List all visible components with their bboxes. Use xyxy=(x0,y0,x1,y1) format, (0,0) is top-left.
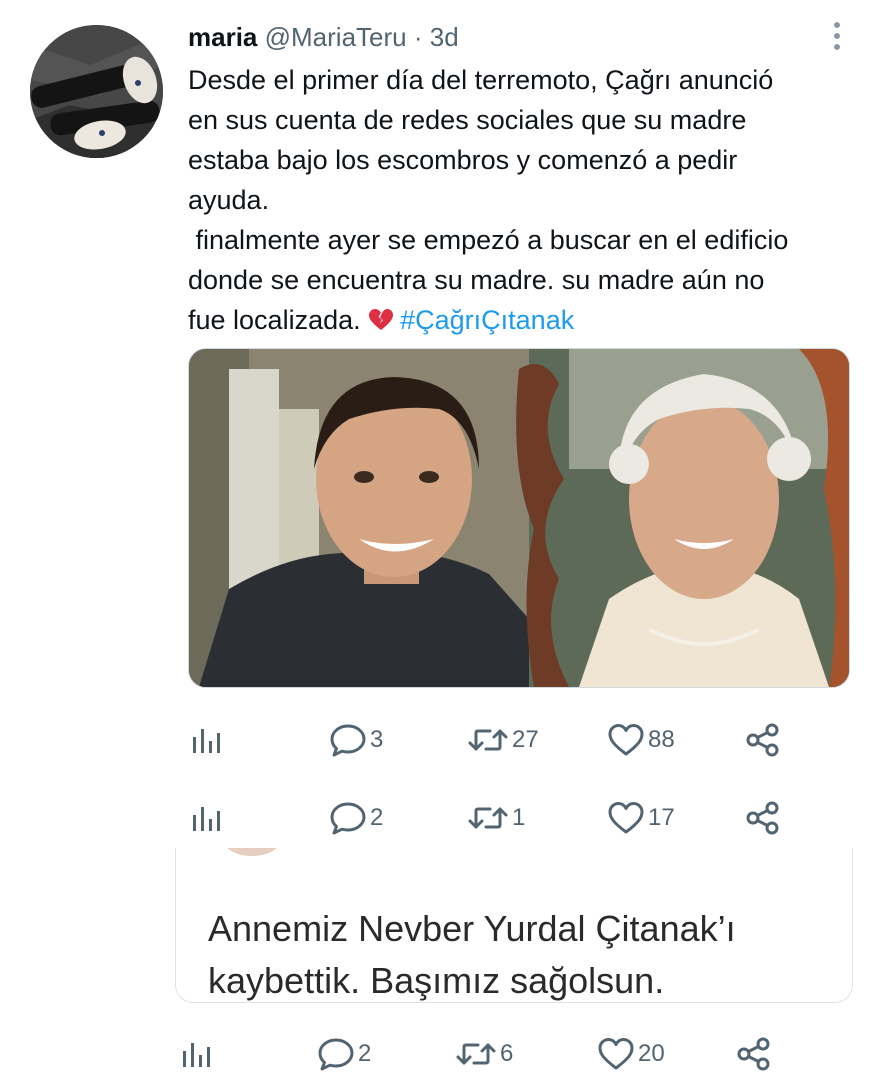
share-button[interactable] xyxy=(743,798,783,838)
views-button[interactable] xyxy=(188,798,226,838)
bar-chart-icon xyxy=(188,799,226,837)
like-button[interactable]: 20 xyxy=(596,1034,665,1074)
broken-heart-icon xyxy=(368,303,394,343)
retweet-count: 6 xyxy=(500,1040,514,1067)
more-dot xyxy=(834,44,840,50)
like-count: 20 xyxy=(638,1040,665,1067)
quote-text: Annemiz Nevber Yurdal Çitanak’ı kaybetti… xyxy=(208,908,736,1001)
tweet-body: Desde el primer día del terremoto, Çağrı… xyxy=(188,65,789,335)
avatar-image xyxy=(30,25,163,158)
more-dot xyxy=(834,33,840,39)
quote-avatar-partial xyxy=(224,848,280,856)
action-bar: 2 1 17 xyxy=(188,798,788,838)
like-count: 88 xyxy=(648,726,675,753)
like-button[interactable]: 17 xyxy=(606,798,675,838)
tweet-header: maria @MariaTeru · 3d xyxy=(188,22,459,53)
tweet-timestamp[interactable]: 3d xyxy=(430,22,459,52)
heart-outline-icon xyxy=(606,721,646,759)
retweet-arrows-icon xyxy=(466,721,510,759)
reply-count: 2 xyxy=(370,804,384,831)
reply-button[interactable]: 2 xyxy=(316,1034,371,1074)
retweet-button[interactable]: 6 xyxy=(454,1034,513,1074)
reply-count: 2 xyxy=(358,1040,372,1067)
tweet-text: Desde el primer día del terremoto, Çağrı… xyxy=(188,60,848,343)
speech-bubble-icon xyxy=(328,799,368,837)
reply-count: 3 xyxy=(370,726,384,753)
author-name[interactable]: maria xyxy=(188,22,257,52)
views-button[interactable] xyxy=(178,1034,216,1074)
like-button[interactable]: 88 xyxy=(606,720,675,760)
speech-bubble-icon xyxy=(316,1035,356,1073)
retweet-count: 1 xyxy=(512,804,526,831)
share-nodes-icon xyxy=(743,721,783,759)
like-count: 17 xyxy=(648,804,675,831)
retweet-button[interactable]: 27 xyxy=(466,720,539,760)
bar-chart-icon xyxy=(188,721,226,759)
heart-outline-icon xyxy=(596,1035,636,1073)
share-button[interactable] xyxy=(743,720,783,760)
photo-collage xyxy=(189,349,849,687)
share-nodes-icon xyxy=(734,1035,774,1073)
more-options-button[interactable] xyxy=(828,22,846,56)
reply-button[interactable]: 3 xyxy=(328,720,383,760)
avatar[interactable] xyxy=(30,25,163,158)
more-dot xyxy=(834,22,840,28)
speech-bubble-icon xyxy=(328,721,368,759)
hashtag-link[interactable]: #ÇağrıÇıtanak xyxy=(400,305,574,335)
share-button[interactable] xyxy=(734,1034,774,1074)
action-bar: 2 6 20 xyxy=(183,1034,788,1074)
quoted-text-card[interactable]: Annemiz Nevber Yurdal Çitanak’ı kaybetti… xyxy=(175,848,853,1003)
reply-button[interactable]: 2 xyxy=(328,798,383,838)
heart-outline-icon xyxy=(606,799,646,837)
share-nodes-icon xyxy=(743,799,783,837)
bar-chart-icon xyxy=(178,1035,216,1073)
tweet-photo[interactable] xyxy=(188,348,850,688)
retweet-arrows-icon xyxy=(454,1035,498,1073)
retweet-count: 27 xyxy=(512,726,539,753)
views-button[interactable] xyxy=(188,720,226,760)
retweet-button[interactable]: 1 xyxy=(466,798,525,838)
author-handle[interactable]: @MariaTeru xyxy=(265,22,407,52)
header-separator: · xyxy=(413,22,423,52)
retweet-arrows-icon xyxy=(466,799,510,837)
action-bar: 3 27 88 xyxy=(188,720,788,760)
